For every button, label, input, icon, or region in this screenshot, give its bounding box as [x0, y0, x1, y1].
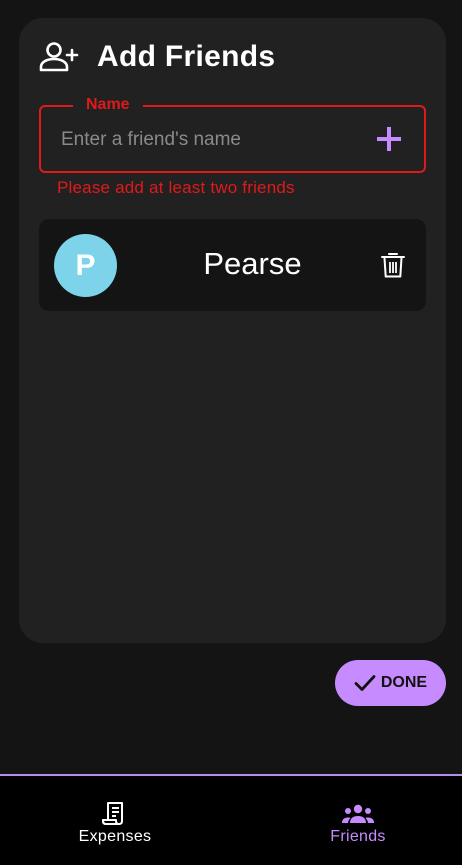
page-title: Add Friends	[97, 40, 276, 73]
done-button-label: DONE	[380, 674, 428, 691]
nav-item-expenses[interactable]: Expenses	[15, 776, 215, 865]
plus-icon[interactable]	[376, 126, 402, 152]
name-field: Name	[39, 96, 426, 173]
friend-list-item: P Pearse	[39, 219, 426, 311]
done-button[interactable]: DONE	[335, 660, 446, 706]
bottom-navigation: Expenses Friends	[0, 774, 462, 865]
nav-label-expenses: Expenses	[78, 828, 152, 845]
nav-label-friends: Friends	[330, 828, 386, 845]
name-field-label: Name	[73, 96, 143, 114]
card-header: Add Friends	[39, 40, 275, 74]
groups-icon	[341, 802, 375, 826]
friend-name: Pearse	[203, 246, 302, 281]
person-add-icon	[39, 41, 79, 73]
receipt-icon	[98, 802, 132, 826]
friend-name-input[interactable]	[61, 125, 351, 155]
add-friends-card: Add Friends Name Please add at least two…	[19, 18, 446, 643]
app-screen: Add Friends Name Please add at least two…	[0, 0, 462, 865]
avatar: P	[54, 234, 117, 297]
check-icon	[354, 674, 376, 692]
error-message: Please add at least two friends	[57, 178, 295, 197]
trash-icon[interactable]	[381, 251, 405, 279]
nav-item-friends[interactable]: Friends	[258, 776, 458, 865]
